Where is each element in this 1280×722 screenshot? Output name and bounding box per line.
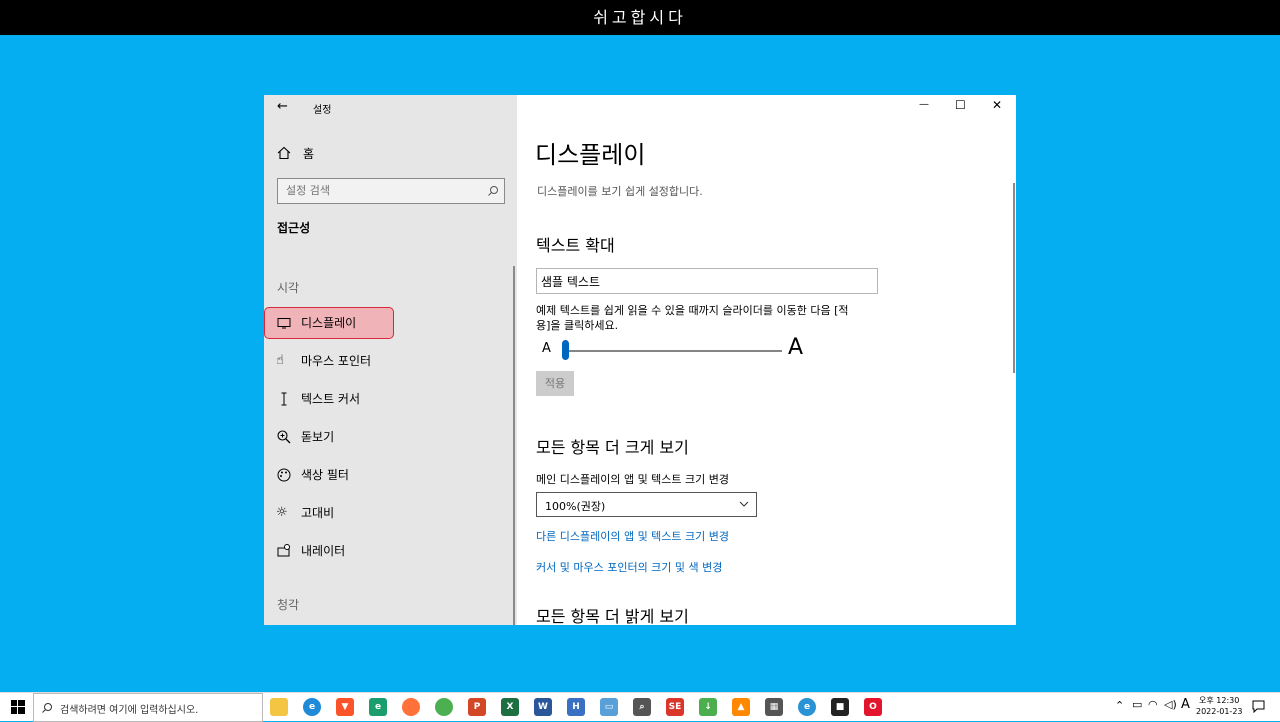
- scale-label: 메인 디스플레이의 앱 및 텍스트 크기 변경: [536, 473, 730, 486]
- home-label: 홈: [303, 147, 315, 161]
- file-explorer-icon[interactable]: [270, 698, 288, 716]
- clock-date[interactable]: 2022-01-23: [1196, 707, 1243, 716]
- settings-search-input[interactable]: [278, 179, 486, 201]
- settings-window: ← 설정 홈 접근성 시각 디스플레이 ☝ 마우: [264, 95, 1016, 625]
- scale-dropdown-value: 100%(권장): [545, 500, 606, 513]
- input-indicator[interactable]: A: [1181, 697, 1190, 712]
- hand-pointer-icon: ☝: [276, 353, 284, 368]
- brave-icon[interactable]: ▼: [336, 698, 354, 716]
- sidebar-scrollbar[interactable]: [513, 266, 515, 625]
- search-app-icon[interactable]: ⌕: [633, 698, 651, 716]
- vlc-icon[interactable]: ▲: [732, 698, 750, 716]
- sidebar-item-display[interactable]: 디스플레이: [264, 307, 517, 339]
- page-title: 디스플레이: [535, 141, 646, 169]
- excel-icon[interactable]: X: [501, 698, 519, 716]
- search-icon: [42, 703, 52, 713]
- slider-thumb[interactable]: [562, 340, 569, 360]
- windows-start-icon[interactable]: [11, 700, 25, 714]
- sidebar-item-label: 마우스 포인터: [301, 354, 372, 368]
- volume-icon[interactable]: ◁): [1164, 698, 1177, 711]
- section-hearing-label: 청각: [277, 598, 300, 612]
- monitor-icon: [277, 318, 291, 329]
- narrator-icon: [277, 544, 290, 557]
- sticky-notes-icon[interactable]: ■: [831, 698, 849, 716]
- chevron-down-icon: [739, 501, 749, 507]
- small-a-label: A: [542, 341, 551, 356]
- taskbar-search-box[interactable]: 검색하려면 여기에 입력하십시오.: [33, 693, 263, 722]
- taskbar-search-placeholder: 검색하려면 여기에 입력하십시오.: [60, 705, 199, 716]
- chrome-icon[interactable]: [435, 698, 453, 716]
- sample-text: 샘플 텍스트: [541, 275, 601, 289]
- sidebar-item-label: 내레이터: [301, 544, 346, 558]
- page-subtitle: 디스플레이를 보기 쉽게 설정합니다.: [537, 185, 703, 198]
- clock-time[interactable]: 오후 12:30: [1199, 695, 1239, 706]
- cursor-pointer-size-link[interactable]: 커서 및 마우스 포인터의 크기 및 색 변경: [536, 559, 722, 575]
- large-a-label: A: [788, 335, 804, 360]
- sidebar-item-high-contrast[interactable]: ☼ 고대비: [264, 497, 517, 529]
- text-size-heading: 텍스트 확대: [536, 236, 615, 255]
- sidebar: ← 설정 홈 접근성 시각 디스플레이 ☝ 마우: [264, 95, 517, 625]
- apply-button-label: 적용: [544, 377, 566, 390]
- slider-track[interactable]: [562, 350, 782, 352]
- banner-text: 쉬고합시다: [593, 8, 687, 27]
- other-display-scale-link[interactable]: 다른 디스플레이의 앱 및 텍스트 크기 변경: [536, 528, 729, 544]
- brightness-heading: 모든 항목 더 밝게 보기: [536, 607, 689, 625]
- home-icon: [277, 146, 291, 160]
- sidebar-item-magnifier[interactable]: 돋보기: [264, 421, 517, 453]
- apply-button[interactable]: 적용: [536, 371, 574, 396]
- sidebar-item-label: 텍스트 커서: [301, 392, 361, 406]
- opera-icon[interactable]: O: [864, 698, 882, 716]
- sidebar-item-mouse-pointer[interactable]: ☝ 마우스 포인터: [264, 345, 517, 377]
- main-scrollbar[interactable]: [1013, 183, 1015, 373]
- sample-text-box: 샘플 텍스트: [536, 268, 878, 294]
- text-cursor-icon: [281, 392, 287, 406]
- powerpoint-icon[interactable]: P: [468, 698, 486, 716]
- window-title: 설정: [313, 105, 332, 116]
- main-content: — ☐ ✕ 디스플레이 디스플레이를 보기 쉽게 설정합니다. 텍스트 확대 샘…: [517, 95, 1016, 625]
- firefox-icon[interactable]: [402, 698, 420, 716]
- home-item[interactable]: 홈: [264, 143, 517, 163]
- taskbar: 검색하려면 여기에 입력하십시오. e ▼ e P X W H ▭ ⌕ SE ↓ ▲ ▦ e ■ O ⌃ ▭ …: [0, 692, 1280, 722]
- maximize-button[interactable]: ☐: [955, 98, 966, 112]
- sidebar-item-label: 색상 필터: [301, 468, 349, 482]
- se-icon[interactable]: SE: [666, 698, 684, 716]
- text-size-description-2: 용]을 클릭하세요.: [536, 319, 619, 332]
- download-icon[interactable]: ↓: [699, 698, 717, 716]
- search-icon[interactable]: [487, 185, 499, 197]
- notification-icon[interactable]: [1252, 700, 1265, 713]
- tray-device-icon[interactable]: ▭: [1132, 698, 1142, 711]
- sidebar-item-text-cursor[interactable]: 텍스트 커서: [264, 383, 517, 415]
- category-heading: 접근성: [277, 221, 311, 235]
- sidebar-item-label: 고대비: [301, 506, 335, 520]
- settings-search-box[interactable]: [277, 178, 505, 204]
- word-icon[interactable]: W: [534, 698, 552, 716]
- scale-heading: 모든 항목 더 크게 보기: [536, 438, 689, 457]
- remote-desktop-icon[interactable]: ▭: [600, 698, 618, 716]
- calculator-icon[interactable]: ▦: [765, 698, 783, 716]
- scale-dropdown[interactable]: 100%(권장): [536, 492, 757, 517]
- sidebar-item-narrator[interactable]: 내레이터: [264, 535, 517, 567]
- sidebar-item-label: 돋보기: [301, 430, 335, 444]
- minimize-button[interactable]: —: [919, 99, 929, 110]
- top-banner: 쉬고합시다: [0, 0, 1280, 35]
- wifi-icon[interactable]: ◠: [1148, 698, 1158, 711]
- sidebar-item-label: 디스플레이: [301, 316, 357, 330]
- magnifier-icon: [277, 430, 291, 444]
- close-button[interactable]: ✕: [992, 98, 1002, 112]
- tray-chevron-icon[interactable]: ⌃: [1115, 699, 1124, 712]
- browser-icon[interactable]: e: [798, 698, 816, 716]
- sidebar-item-color-filter[interactable]: 색상 필터: [264, 459, 517, 491]
- edge-icon[interactable]: e: [303, 698, 321, 716]
- sun-icon: ☼: [276, 505, 288, 520]
- palette-icon: [277, 468, 291, 482]
- section-vision-label: 시각: [277, 281, 300, 295]
- hwp-icon[interactable]: H: [567, 698, 585, 716]
- back-arrow-icon[interactable]: ←: [277, 99, 288, 114]
- edge-dev-icon[interactable]: e: [369, 698, 387, 716]
- text-size-description: 예제 텍스트를 쉽게 읽을 수 있을 때까지 슬라이더를 이동한 다음 [적: [536, 304, 849, 317]
